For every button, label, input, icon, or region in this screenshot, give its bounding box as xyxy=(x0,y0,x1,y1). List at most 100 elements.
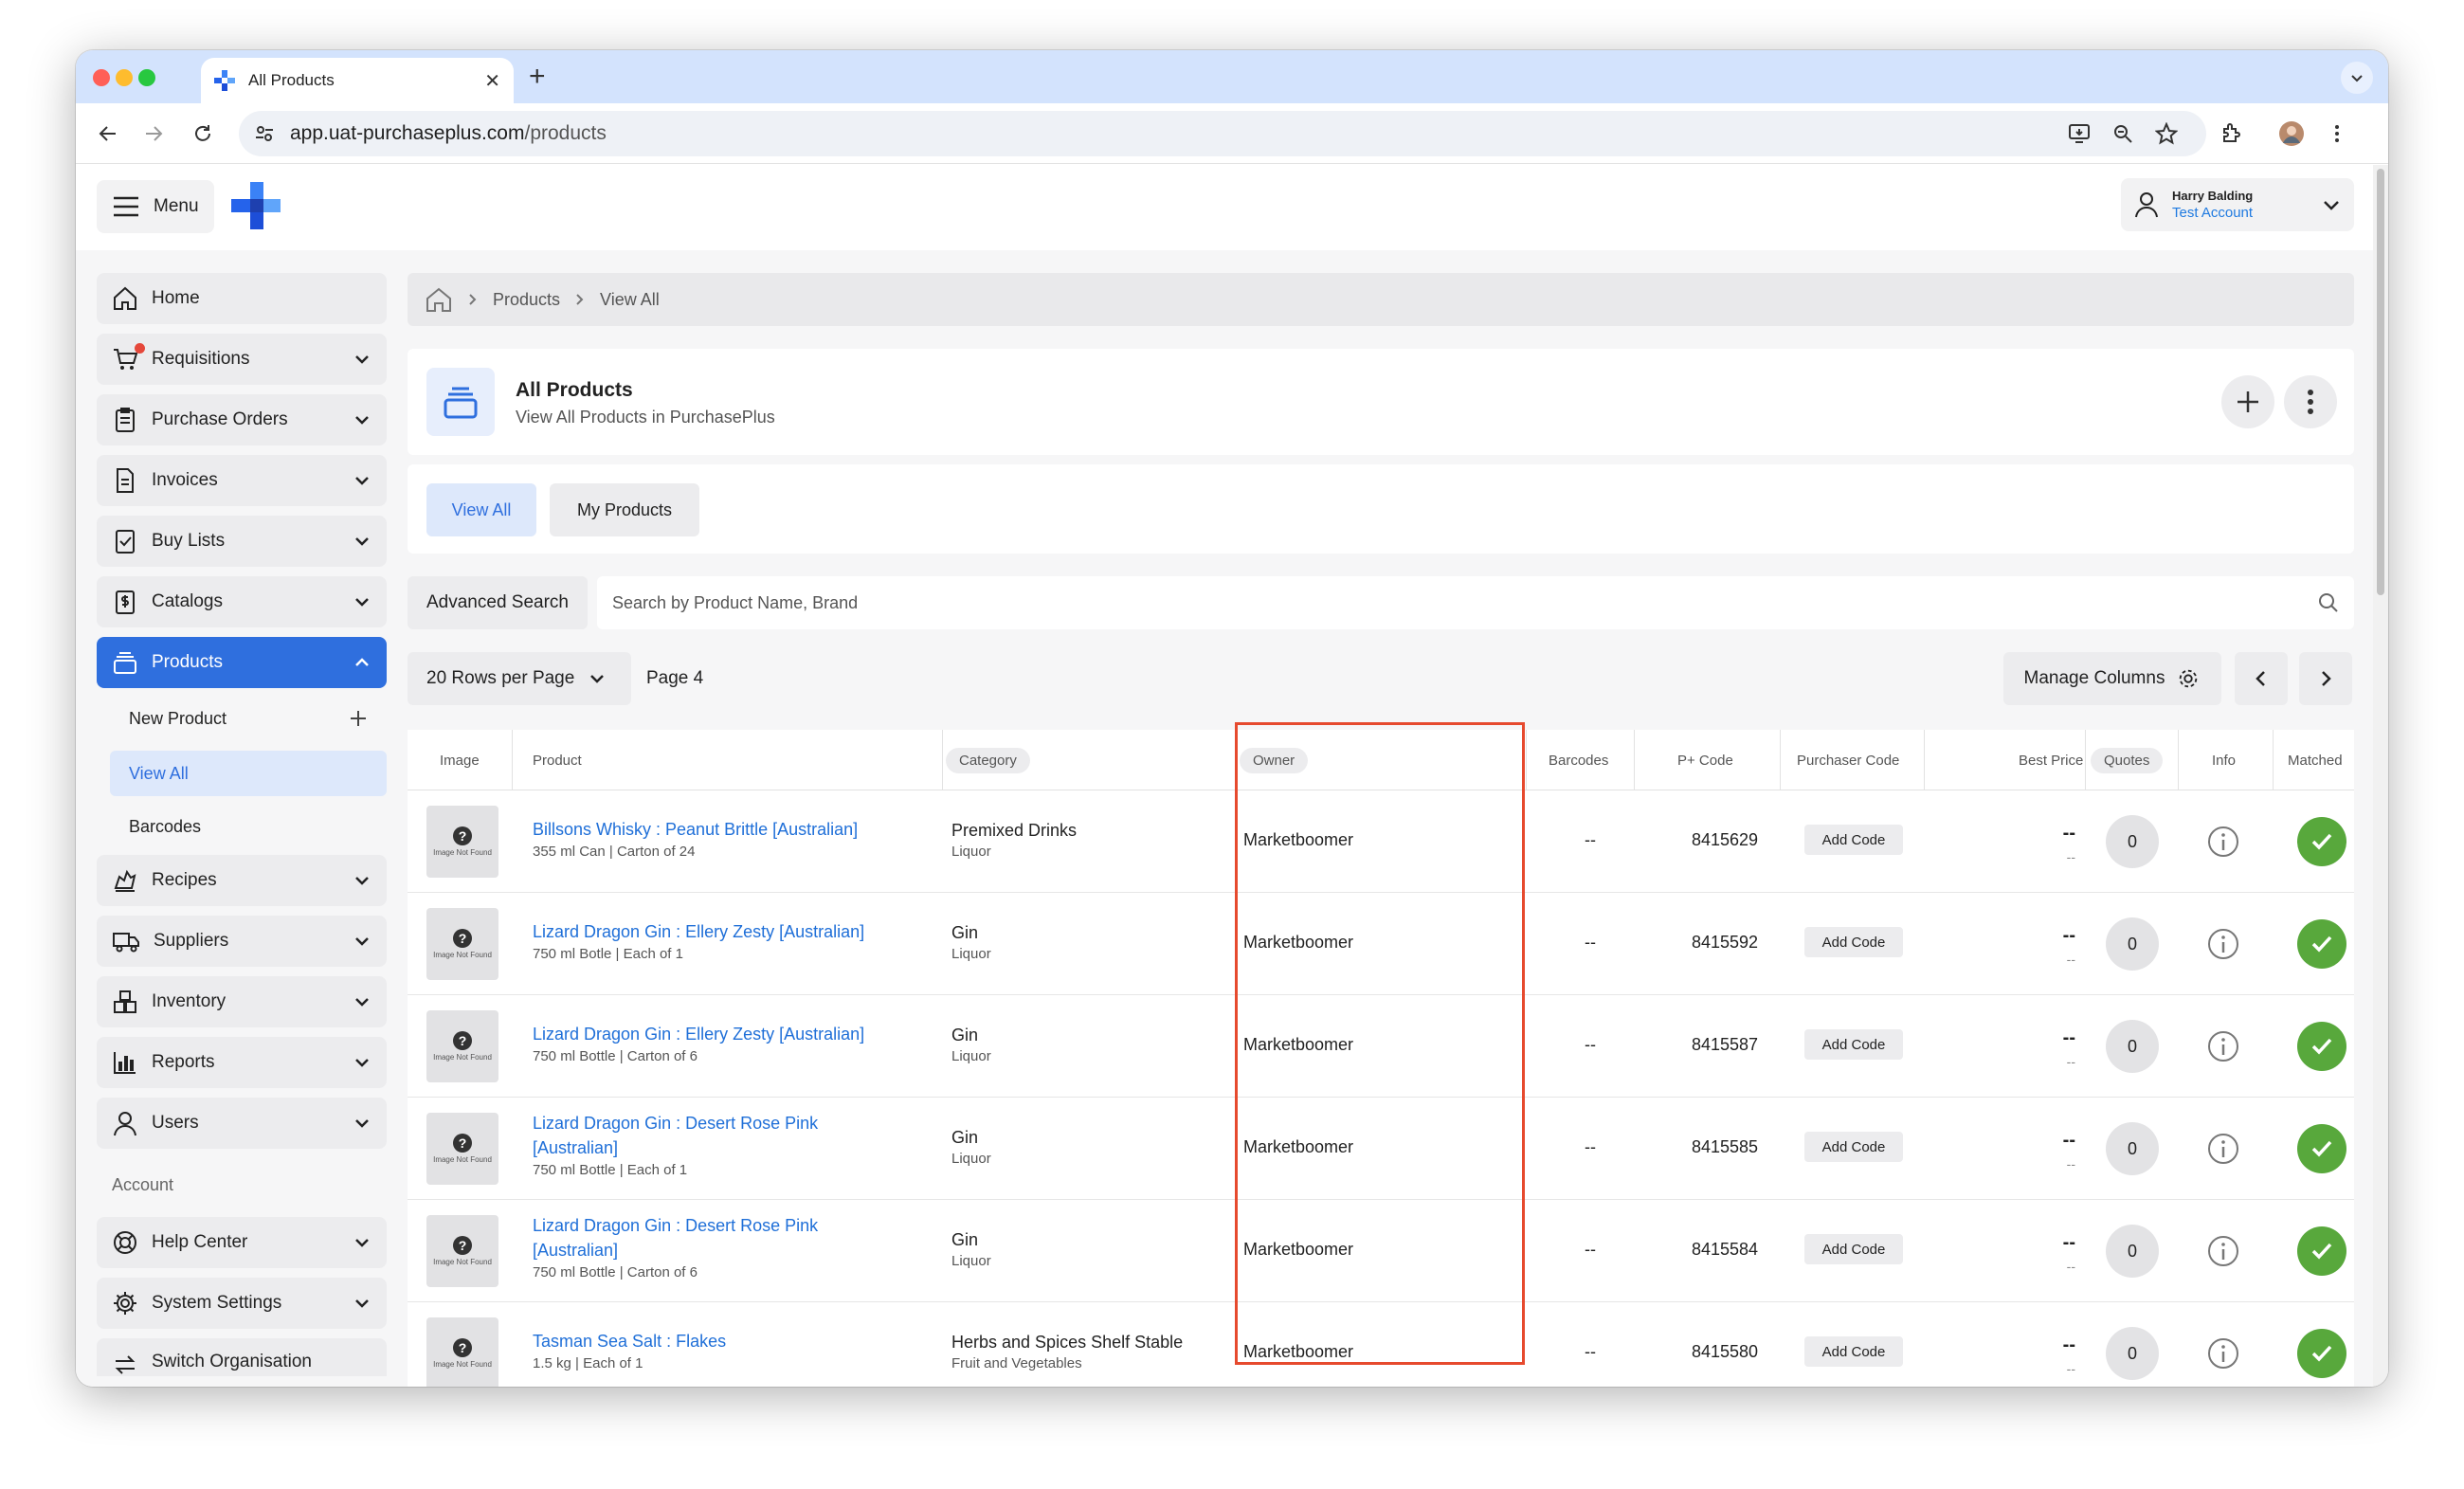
sidebar-item-reports[interactable]: Reports xyxy=(97,1037,387,1088)
info-icon[interactable] xyxy=(2206,1132,2240,1166)
sidebar-item-suppliers[interactable]: Suppliers xyxy=(97,916,387,967)
rows-per-page-select[interactable]: 20 Rows per Page xyxy=(408,652,631,705)
user-info: Harry Balding Test Account xyxy=(2172,189,2322,221)
scrollbar-thumb[interactable] xyxy=(2377,169,2384,595)
minimize-window-icon[interactable] xyxy=(116,69,133,86)
back-button[interactable] xyxy=(93,118,123,149)
tab-my-products[interactable]: My Products xyxy=(550,483,699,536)
column-quotes[interactable]: Quotes xyxy=(2091,730,2164,790)
matched-check-icon[interactable] xyxy=(2297,817,2346,866)
sidebar-item-users[interactable]: Users xyxy=(97,1098,387,1149)
product-link[interactable]: Billsons Whisky : Peanut Brittle [Austra… xyxy=(533,817,912,842)
column-category[interactable]: Category xyxy=(946,730,1030,790)
tab-search-button[interactable] xyxy=(2341,62,2373,94)
sidebar-item-home[interactable]: Home xyxy=(97,273,387,324)
previous-page-button[interactable] xyxy=(2235,652,2288,705)
quotes-count-button[interactable]: 0 xyxy=(2106,815,2159,868)
extensions-icon[interactable] xyxy=(2216,118,2246,149)
zoom-window-icon[interactable] xyxy=(138,69,155,86)
sidebar-item-products[interactable]: Products xyxy=(97,637,387,688)
bookmark-star-icon[interactable] xyxy=(2151,118,2182,149)
add-code-button[interactable]: Add Code xyxy=(1804,927,1903,957)
product-link[interactable]: Lizard Dragon Gin : Desert Rose Pink [Au… xyxy=(533,1111,874,1160)
column-product[interactable]: Product xyxy=(533,730,582,790)
info-icon[interactable] xyxy=(2206,825,2240,859)
products-table: Image Product Category Owner Barcodes P+… xyxy=(408,730,2354,1387)
search-input[interactable] xyxy=(612,592,2318,613)
home-icon[interactable] xyxy=(425,286,453,313)
url-field[interactable]: app.uat-purchaseplus.com/products xyxy=(239,111,2206,156)
browser-menu-icon[interactable] xyxy=(2322,118,2352,149)
purchaseplus-logo[interactable] xyxy=(231,182,281,236)
product-link[interactable]: Lizard Dragon Gin : Ellery Zesty [Austra… xyxy=(533,1022,912,1046)
site-settings-icon[interactable] xyxy=(254,123,275,144)
info-icon[interactable] xyxy=(2206,1234,2240,1268)
profile-avatar-icon[interactable] xyxy=(2276,118,2307,149)
info-icon[interactable] xyxy=(2206,1029,2240,1063)
add-product-button[interactable] xyxy=(2221,375,2274,428)
advanced-search-button[interactable]: Advanced Search xyxy=(408,576,588,629)
product-link[interactable]: Lizard Dragon Gin : Ellery Zesty [Austra… xyxy=(533,919,912,944)
more-vertical-icon xyxy=(2308,390,2313,414)
quotes-count-button[interactable]: 0 xyxy=(2106,1327,2159,1380)
matched-check-icon[interactable] xyxy=(2297,1022,2346,1071)
column-owner[interactable]: Owner xyxy=(1240,730,1309,790)
add-code-button[interactable]: Add Code xyxy=(1804,1029,1903,1060)
column-pcode[interactable]: P+ Code xyxy=(1677,730,1733,790)
product-link[interactable]: Tasman Sea Salt : Flakes xyxy=(533,1329,912,1353)
user-menu-button[interactable]: Harry Balding Test Account xyxy=(2121,178,2354,231)
user-name: Harry Balding xyxy=(2172,189,2254,203)
add-code-button[interactable]: Add Code xyxy=(1804,1132,1903,1162)
sidebar-item-invoices[interactable]: Invoices xyxy=(97,455,387,506)
new-tab-button[interactable]: + xyxy=(529,60,546,94)
quotes-count-button[interactable]: 0 xyxy=(2106,1225,2159,1278)
sidebar-item-requisitions[interactable]: Requisitions xyxy=(97,334,387,385)
tab-view-all[interactable]: View All xyxy=(426,483,536,536)
sidebar-item-buy-lists[interactable]: Buy Lists xyxy=(97,516,387,567)
account-name: Test Account xyxy=(2172,205,2254,221)
browser-tab[interactable]: All Products ✕ xyxy=(201,58,514,103)
matched-check-icon[interactable] xyxy=(2297,919,2346,969)
sidebar-item-catalogs[interactable]: Catalogs xyxy=(97,576,387,627)
search-icon[interactable] xyxy=(2318,592,2339,613)
quotes-count-button[interactable]: 0 xyxy=(2106,1020,2159,1073)
sidebar-item-label: Users xyxy=(152,1113,199,1133)
sidebar-subitem-new-product[interactable]: New Product xyxy=(110,696,387,741)
sidebar-subitem-view-all[interactable]: View All xyxy=(110,751,387,796)
matched-check-icon[interactable] xyxy=(2297,1124,2346,1173)
info-icon[interactable] xyxy=(2206,927,2240,961)
zoom-icon[interactable] xyxy=(2108,118,2138,149)
sidebar-item-system-settings[interactable]: System Settings xyxy=(97,1278,387,1329)
add-code-button[interactable]: Add Code xyxy=(1804,1336,1903,1367)
product-description: 750 ml Bottle | Carton of 6 xyxy=(533,1264,698,1280)
sidebar-subitem-barcodes[interactable]: Barcodes xyxy=(110,804,387,849)
forward-button[interactable] xyxy=(138,118,169,149)
reload-button[interactable] xyxy=(188,118,218,149)
more-options-button[interactable] xyxy=(2284,375,2337,428)
page-scrollbar[interactable] xyxy=(2373,165,2388,1387)
sidebar-item-switch-organisation[interactable]: Switch Organisation xyxy=(97,1338,387,1376)
sidebar-item-purchase-orders[interactable]: Purchase Orders xyxy=(97,394,387,445)
sidebar-item-help-center[interactable]: Help Center xyxy=(97,1217,387,1268)
matched-check-icon[interactable] xyxy=(2297,1226,2346,1276)
quotes-count-button[interactable]: 0 xyxy=(2106,917,2159,971)
manage-columns-button[interactable]: Manage Columns xyxy=(2003,652,2221,705)
quotes-count-button[interactable]: 0 xyxy=(2106,1122,2159,1175)
plus-icon[interactable] xyxy=(349,709,368,728)
menu-button[interactable]: Menu xyxy=(97,180,214,233)
breadcrumb-products[interactable]: Products xyxy=(493,290,560,310)
chevron-down-icon xyxy=(2351,75,2363,82)
info-icon[interactable] xyxy=(2206,1336,2240,1371)
add-code-button[interactable]: Add Code xyxy=(1804,1234,1903,1264)
matched-check-icon[interactable] xyxy=(2297,1329,2346,1378)
product-link[interactable]: Lizard Dragon Gin : Desert Rose Pink [Au… xyxy=(533,1213,874,1262)
close-tab-icon[interactable]: ✕ xyxy=(484,69,500,93)
close-window-icon[interactable] xyxy=(93,69,110,86)
sidebar-item-recipes[interactable]: Recipes xyxy=(97,855,387,906)
next-page-button[interactable] xyxy=(2299,652,2352,705)
search-field[interactable] xyxy=(597,576,2354,629)
add-code-button[interactable]: Add Code xyxy=(1804,825,1903,855)
sidebar-item-inventory[interactable]: Inventory xyxy=(97,976,387,1027)
install-app-icon[interactable] xyxy=(2064,118,2094,149)
owner-name: Marketboomer xyxy=(1243,1342,1354,1361)
